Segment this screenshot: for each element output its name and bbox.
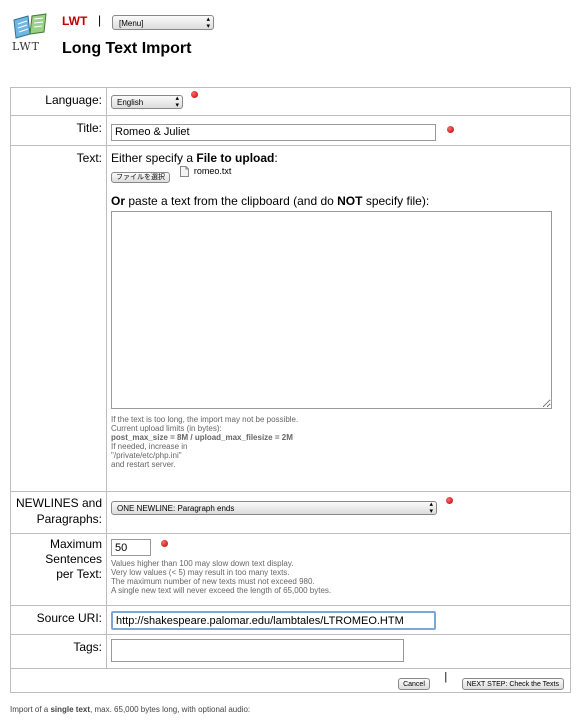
note-line: Very low values (< 5) may result in too …: [111, 568, 290, 577]
newlines-label: NEWLINES and Paragraphs:: [10, 490, 107, 534]
menu-select-value: [Menu]: [119, 19, 144, 28]
newlines-label-line2: Paragraphs:: [36, 511, 102, 526]
max-sentences-input[interactable]: [111, 539, 151, 556]
max-sentences-label-line1: Maximum: [49, 536, 102, 551]
max-sentences-row: Maximum Sentences per Text: Values highe…: [10, 532, 571, 606]
file-upload-instruction: Either specify a File to upload:: [111, 151, 566, 165]
newlines-select[interactable]: ONE NEWLINE: Paragraph ends ▴ ▾: [111, 500, 437, 515]
title-label: Title:: [10, 115, 107, 146]
language-select-value: English: [117, 98, 144, 107]
cancel-button[interactable]: Cancel: [398, 678, 430, 690]
note-line: "/private/etc/php.ini": [111, 450, 182, 460]
tags-input[interactable]: [111, 639, 404, 662]
max-sentences-label-line3: per Text:: [56, 566, 102, 581]
required-indicator-icon: [446, 496, 454, 504]
file-upload-bold: File to upload: [196, 150, 275, 165]
text-row: Text: Either specify a File to upload: フ…: [10, 144, 571, 492]
language-label: Language:: [10, 87, 107, 116]
max-sentences-label-line2: Sentences: [45, 551, 102, 566]
note-line: and restart server.: [111, 459, 176, 469]
text-textarea[interactable]: [111, 210, 552, 409]
required-indicator-icon: [161, 539, 169, 547]
note-line: A single new text will never exceed the …: [111, 586, 332, 595]
specify-text: specify file):: [362, 193, 430, 208]
select-arrows-icon: ▴ ▾: [206, 15, 210, 30]
choose-file-button[interactable]: ファイルを選択: [111, 171, 170, 183]
paste-text: paste a text from the clipboard (and do: [125, 193, 338, 208]
newlines-row: NEWLINES and Paragraphs: ONE NEWLINE: Pa…: [10, 490, 571, 534]
max-sentences-notes: Values higher than 100 may slow down tex…: [111, 559, 566, 595]
import-form: Language: English ▴▾ Title: Text: Either…: [10, 87, 571, 693]
paste-instruction: Or paste a text from the clipboard (and …: [111, 194, 566, 208]
footer-prefix: Import of a: [10, 705, 51, 714]
footer-suffix: , max. 65,000 bytes long, with optional …: [90, 705, 251, 714]
source-uri-input[interactable]: [111, 611, 436, 630]
select-arrows-icon: ▴ ▾: [175, 95, 179, 109]
note-line: post_max_size = 8M / upload_max_filesize…: [111, 432, 293, 442]
source-uri-label: Source URI:: [10, 604, 107, 635]
note-line: Values higher than 100 may slow down tex…: [111, 559, 294, 568]
footer-bold: single text: [50, 705, 91, 714]
max-sentences-label: Maximum Sentences per Text:: [10, 532, 107, 606]
logo-text: LWT: [12, 40, 40, 53]
document-icon: [180, 165, 190, 177]
select-arrows-icon: ▴ ▾: [429, 500, 433, 515]
book-icon: [13, 13, 47, 39]
note-line: If needed, increase in: [111, 441, 188, 451]
note-line: Current upload limits (in bytes):: [111, 423, 222, 433]
text-label: Text:: [10, 144, 107, 492]
title-row: Title:: [10, 115, 571, 146]
either-text: Either specify a: [111, 150, 197, 165]
note-line: The maximum number of new texts must not…: [111, 577, 315, 586]
language-row: Language: English ▴ ▾: [10, 87, 571, 116]
lwt-home-link[interactable]: LWT: [62, 14, 87, 28]
tags-label: Tags:: [10, 634, 107, 669]
menu-select[interactable]: [Menu] ▴ ▾: [112, 15, 214, 30]
required-indicator-icon: [191, 91, 199, 98]
selected-file-name: romeo.txt: [193, 165, 232, 176]
file-chooser: ファイルを選択 romeo.txt: [111, 165, 566, 183]
button-separator: |: [444, 671, 448, 683]
required-indicator-icon: [447, 126, 455, 133]
source-uri-row: Source URI:: [10, 604, 571, 635]
page-title: Long Text Import: [62, 40, 192, 57]
colon-text: :: [274, 150, 278, 165]
title-input[interactable]: [111, 123, 436, 141]
note-line: If the text is too long, the import may …: [111, 414, 299, 424]
newlines-select-value: ONE NEWLINE: Paragraph ends: [117, 503, 235, 513]
newlines-label-line1: NEWLINES and: [15, 495, 102, 510]
language-select[interactable]: English ▴ ▾: [111, 95, 183, 109]
upload-limit-notes: If the text is too long, the import may …: [111, 415, 566, 469]
next-step-button[interactable]: NEXT STEP: Check the Texts: [461, 678, 564, 690]
footer-note: Import of a single text, max. 65,000 byt…: [10, 705, 250, 714]
buttons-row: Cancel | NEXT STEP: Check the Texts: [10, 668, 571, 693]
tags-row: Tags:: [10, 634, 571, 669]
header-separator: |: [98, 13, 102, 27]
or-bold: Or: [111, 193, 126, 208]
not-bold: NOT: [337, 193, 363, 208]
